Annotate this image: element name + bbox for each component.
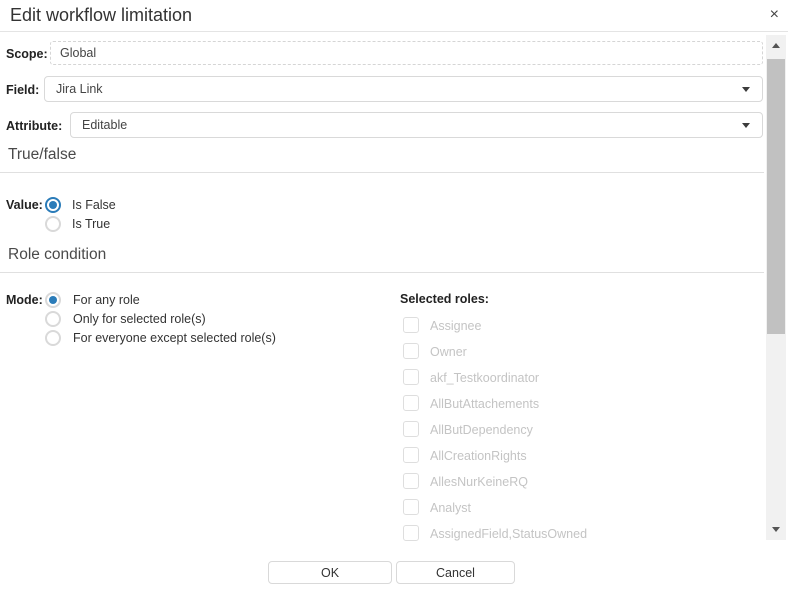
radio-is-true-label[interactable]: Is True	[72, 217, 110, 231]
checkbox-owner	[403, 343, 419, 359]
role-item-label: AllCreationRights	[430, 449, 527, 463]
rolecondition-section-title: Role condition	[8, 246, 106, 264]
scope-value: Global	[60, 46, 96, 60]
role-item-label: AllButAttachements	[430, 397, 539, 411]
role-item-label: Owner	[430, 345, 467, 359]
checkbox-akf-testkoordinator	[403, 369, 419, 385]
radio-is-true[interactable]	[45, 216, 61, 232]
section-divider	[0, 172, 764, 173]
role-item-label: Assignee	[430, 319, 481, 333]
checkbox-allesnurkeinerq	[403, 473, 419, 489]
attribute-dropdown-value: Editable	[82, 118, 127, 132]
role-item-label: AssignedField,StatusOwned	[430, 527, 587, 541]
scroll-up-button[interactable]	[766, 35, 786, 56]
close-icon[interactable]: ×	[770, 6, 779, 24]
truefalse-section-title: True/false	[8, 146, 76, 164]
role-item-label: AllesNurKeineRQ	[430, 475, 528, 489]
ok-button[interactable]: OK	[268, 561, 392, 584]
edit-workflow-limitation-dialog: Edit workflow limitation × Scope: Global…	[0, 0, 788, 592]
scroll-down-button[interactable]	[766, 519, 786, 540]
cancel-button[interactable]: Cancel	[396, 561, 515, 584]
scope-field[interactable]: Global	[50, 41, 763, 65]
checkbox-allbutattachements	[403, 395, 419, 411]
title-divider	[0, 31, 788, 32]
chevron-down-icon	[742, 87, 750, 92]
checkbox-assignedfield-statusowned	[403, 525, 419, 541]
selected-roles-label: Selected roles:	[400, 292, 489, 306]
checkbox-allbutdependency	[403, 421, 419, 437]
checkbox-assignee	[403, 317, 419, 333]
page-title: Edit workflow limitation	[10, 5, 192, 26]
vertical-scrollbar[interactable]	[766, 35, 786, 540]
mode-label: Mode:	[6, 293, 43, 307]
radio-only-selected-roles[interactable]	[45, 311, 61, 327]
radio-dot	[49, 201, 57, 209]
radio-is-false[interactable]	[45, 197, 61, 213]
attribute-label: Attribute:	[6, 119, 62, 133]
value-label: Value:	[6, 198, 43, 212]
attribute-dropdown[interactable]: Editable	[70, 112, 763, 138]
field-label: Field:	[6, 83, 39, 97]
triangle-down-icon	[772, 527, 780, 532]
field-dropdown-value: Jira Link	[56, 82, 103, 96]
scope-label: Scope:	[6, 47, 48, 61]
radio-dot	[49, 296, 57, 304]
checkbox-allcreationrights	[403, 447, 419, 463]
radio-is-false-label[interactable]: Is False	[72, 198, 116, 212]
radio-everyone-except[interactable]	[45, 330, 61, 346]
triangle-up-icon	[772, 43, 780, 48]
role-item-label: akf_Testkoordinator	[430, 371, 539, 385]
radio-for-any-role-label[interactable]: For any role	[73, 293, 140, 307]
field-dropdown[interactable]: Jira Link	[44, 76, 763, 102]
radio-everyone-except-label[interactable]: For everyone except selected role(s)	[73, 331, 276, 345]
role-item-label: AllButDependency	[430, 423, 533, 437]
chevron-down-icon	[742, 123, 750, 128]
scrollbar-thumb[interactable]	[767, 59, 785, 334]
checkbox-analyst	[403, 499, 419, 515]
section-divider	[0, 272, 764, 273]
radio-only-selected-roles-label[interactable]: Only for selected role(s)	[73, 312, 206, 326]
role-item-label: Analyst	[430, 501, 471, 515]
radio-for-any-role[interactable]	[45, 292, 61, 308]
